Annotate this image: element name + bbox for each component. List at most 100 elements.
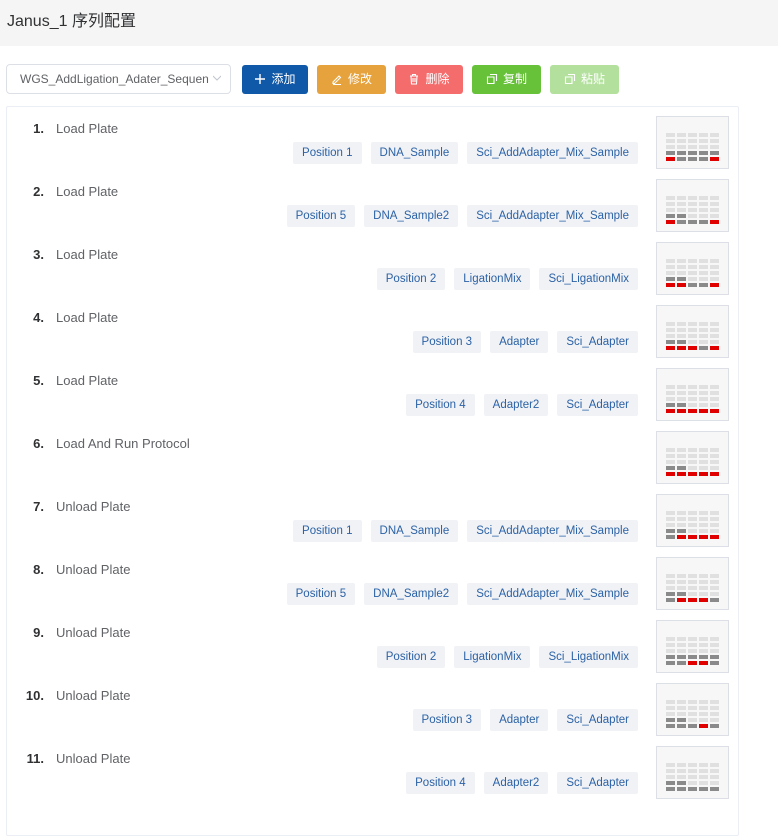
plate-well — [666, 517, 675, 521]
sample-tag[interactable]: LigationMix — [454, 646, 531, 668]
plate-well — [710, 283, 719, 287]
position-tag[interactable]: Position 2 — [376, 268, 446, 290]
plate-thumbnail[interactable] — [656, 620, 729, 673]
plate-well — [688, 277, 697, 281]
step-item[interactable]: 1. Load Plate Position 1 DNA_Sample Sci_… — [0, 109, 778, 172]
sample-tag[interactable]: Adapter2 — [483, 394, 549, 416]
sample-tag[interactable]: Adapter2 — [483, 772, 549, 794]
plate-thumbnail[interactable] — [656, 179, 729, 232]
position-tag[interactable]: Position 3 — [412, 331, 482, 353]
plate-well — [699, 724, 708, 728]
plate-well — [677, 214, 686, 218]
plate-well — [677, 712, 686, 716]
delete-button[interactable]: 删除 — [395, 65, 463, 94]
plate-thumbnail[interactable] — [656, 242, 729, 295]
plate-well — [699, 535, 708, 539]
position-tag[interactable]: Position 5 — [286, 583, 356, 605]
plate-well — [699, 700, 708, 704]
sequence-select[interactable]: WGS_AddLigation_Adater_Sequen — [6, 64, 231, 94]
plate-well — [699, 706, 708, 710]
position-tag[interactable]: Position 5 — [286, 205, 356, 227]
labware-tag[interactable]: Sci_Adapter — [557, 709, 638, 731]
position-tag[interactable]: Position 1 — [293, 520, 362, 542]
position-tag[interactable]: Position 4 — [406, 394, 475, 416]
plate-well — [688, 775, 697, 779]
step-item[interactable]: 4. Load Plate Position 3 Adapter Sci_Ada… — [0, 298, 778, 361]
plate-well — [688, 133, 697, 137]
plate-well — [710, 706, 719, 710]
labware-tag[interactable]: Sci_LigationMix — [539, 646, 638, 668]
plate-well — [666, 448, 675, 452]
add-button[interactable]: 添加 — [242, 65, 308, 94]
plate-well — [666, 220, 675, 224]
step-item[interactable]: 7. Unload Plate Position 1 DNA_Sample Sc… — [0, 487, 778, 550]
labware-tag[interactable]: Sci_Adapter — [557, 772, 638, 794]
plate-well — [710, 775, 719, 779]
plate-thumbnail[interactable] — [656, 494, 729, 547]
plate-well — [699, 346, 708, 350]
plate-well — [699, 787, 708, 791]
plate-thumbnail[interactable] — [656, 746, 729, 799]
plate-well — [688, 781, 697, 785]
plate-well — [677, 700, 686, 704]
plate-well — [688, 403, 697, 407]
step-item[interactable]: 6. Load And Run Protocol — [0, 424, 778, 487]
plate-well — [688, 637, 697, 641]
plate-well — [699, 265, 708, 269]
position-tag[interactable]: Position 1 — [293, 142, 362, 164]
sample-tag[interactable]: Adapter — [490, 709, 549, 731]
sample-tag[interactable]: DNA_Sample — [370, 520, 459, 542]
step-item[interactable]: 9. Unload Plate Position 2 LigationMix S… — [0, 613, 778, 676]
labware-tag[interactable]: Sci_AddAdapter_Mix_Sample — [467, 583, 638, 605]
plate-well — [710, 151, 719, 155]
edit-icon — [332, 75, 342, 85]
plate-thumbnail[interactable] — [656, 683, 729, 736]
plate-well — [666, 277, 675, 281]
step-item[interactable]: 3. Load Plate Position 2 LigationMix Sci… — [0, 235, 778, 298]
edit-button[interactable]: 修改 — [317, 65, 386, 94]
plate-well — [677, 346, 686, 350]
step-item[interactable]: 5. Load Plate Position 4 Adapter2 Sci_Ad… — [0, 361, 778, 424]
labware-tag[interactable]: Sci_LigationMix — [539, 268, 638, 290]
plate-well — [688, 139, 697, 143]
labware-tag[interactable]: Sci_Adapter — [557, 394, 638, 416]
step-item[interactable]: 2. Load Plate Position 5 DNA_Sample2 Sci… — [0, 172, 778, 235]
plate-well — [666, 397, 675, 401]
plate-well — [710, 529, 719, 533]
plate-well — [677, 724, 686, 728]
plate-well — [688, 391, 697, 395]
plate-thumbnail[interactable] — [656, 431, 729, 484]
sample-tag[interactable]: DNA_Sample — [370, 142, 459, 164]
copy-button[interactable]: 复制 — [472, 65, 541, 94]
position-tag[interactable]: Position 3 — [412, 709, 482, 731]
position-tag[interactable]: Position 4 — [406, 772, 475, 794]
plate-thumbnail[interactable] — [656, 305, 729, 358]
plate-well — [677, 202, 686, 206]
plate-thumbnail[interactable] — [656, 368, 729, 421]
paste-button[interactable]: 粘贴 — [550, 65, 619, 94]
labware-tag[interactable]: Sci_AddAdapter_Mix_Sample — [467, 520, 638, 542]
step-item[interactable]: 8. Unload Plate Position 5 DNA_Sample2 S… — [0, 550, 778, 613]
labware-tag[interactable]: Sci_AddAdapter_Mix_Sample — [467, 142, 638, 164]
sample-tag[interactable]: Adapter — [490, 331, 549, 353]
labware-tag[interactable]: Sci_Adapter — [557, 331, 638, 353]
sample-tag[interactable]: DNA_Sample2 — [364, 205, 459, 227]
plate-well — [710, 712, 719, 716]
sample-tag[interactable]: LigationMix — [454, 268, 531, 290]
plate-well — [688, 214, 697, 218]
plate-thumbnail[interactable] — [656, 116, 729, 169]
step-item[interactable]: 10. Unload Plate Position 3 Adapter Sci_… — [0, 676, 778, 739]
plate-well — [699, 781, 708, 785]
sample-tag[interactable]: DNA_Sample2 — [364, 583, 459, 605]
step-item[interactable]: 11. Unload Plate Position 4 Adapter2 Sci… — [0, 739, 778, 802]
position-tag[interactable]: Position 2 — [376, 646, 446, 668]
plate-well — [666, 598, 675, 602]
plate-well — [688, 472, 697, 476]
plate-thumbnail[interactable] — [656, 557, 729, 610]
plate-well — [666, 724, 675, 728]
step-tags: Position 2 LigationMix Sci_LigationMix — [376, 268, 638, 290]
plate-well — [666, 208, 675, 212]
step-number: 6. — [33, 436, 44, 451]
plate-well — [699, 145, 708, 149]
labware-tag[interactable]: Sci_AddAdapter_Mix_Sample — [467, 205, 638, 227]
